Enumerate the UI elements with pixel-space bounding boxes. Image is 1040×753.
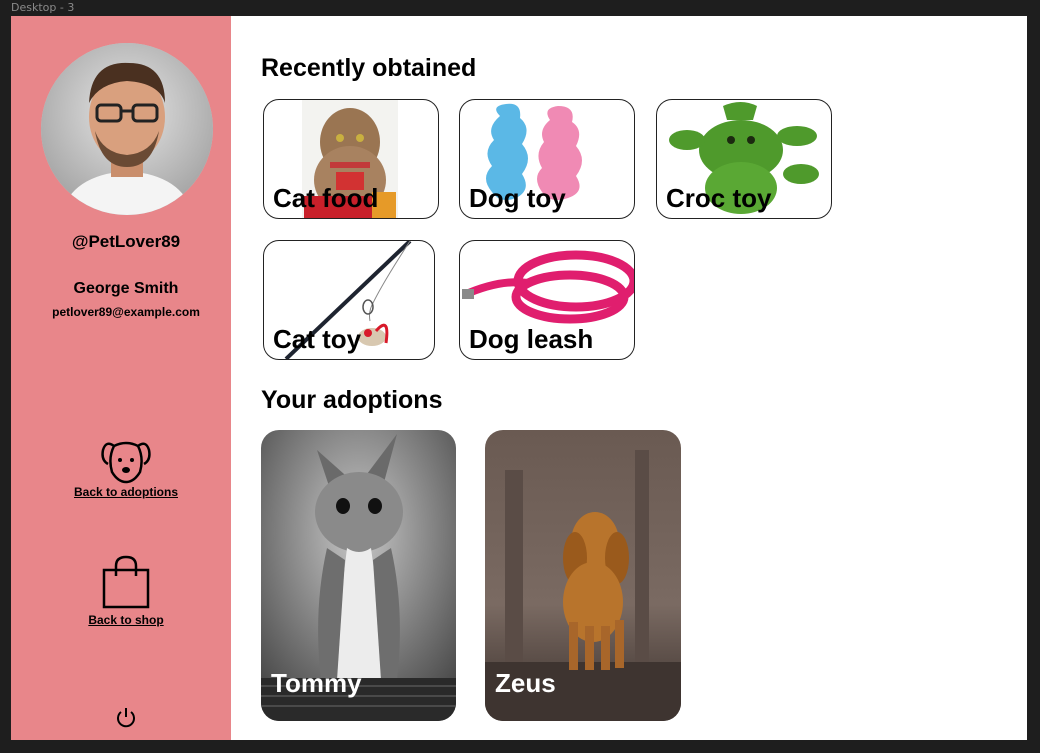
frame-label: Desktop - 3 bbox=[11, 1, 75, 14]
profile-name: George Smith bbox=[73, 280, 179, 297]
back-to-adoptions-link[interactable]: Back to adoptions bbox=[11, 485, 241, 499]
item-card-croc-toy[interactable]: Croc toy bbox=[656, 99, 832, 219]
item-label: Cat food bbox=[273, 183, 379, 213]
item-card-dog-leash[interactable]: Dog leash bbox=[459, 240, 635, 360]
shopping-bag-icon[interactable] bbox=[101, 554, 151, 610]
profile-email: petlover89@example.com bbox=[52, 305, 200, 319]
avatar bbox=[41, 43, 213, 215]
pet-card-tommy[interactable]: Tommy bbox=[261, 430, 456, 721]
pet-name: Zeus bbox=[495, 668, 556, 698]
item-card-cat-food[interactable]: Cat food bbox=[263, 99, 439, 219]
item-label: Cat toy bbox=[273, 324, 362, 354]
your-adoptions-title: Your adoptions bbox=[261, 386, 443, 414]
profile-handle: @PetLover89 bbox=[71, 232, 181, 251]
recently-obtained-title: Recently obtained bbox=[261, 54, 477, 82]
profile-sidebar: @PetLover89 George Smith petlover89@exam… bbox=[11, 16, 231, 740]
power-icon[interactable] bbox=[115, 706, 137, 728]
dog-face-icon[interactable] bbox=[100, 438, 152, 484]
pet-name: Tommy bbox=[271, 668, 362, 698]
desktop-frame: @PetLover89 George Smith petlover89@exam… bbox=[11, 16, 1027, 740]
item-card-dog-toy[interactable]: Dog toy bbox=[459, 99, 635, 219]
back-to-shop-link[interactable]: Back to shop bbox=[11, 613, 241, 627]
item-label: Croc toy bbox=[666, 183, 772, 213]
item-card-cat-toy[interactable]: Cat toy bbox=[263, 240, 435, 360]
item-label: Dog toy bbox=[469, 183, 566, 213]
item-label: Dog leash bbox=[469, 324, 594, 354]
pet-card-zeus[interactable]: Zeus bbox=[485, 430, 681, 721]
